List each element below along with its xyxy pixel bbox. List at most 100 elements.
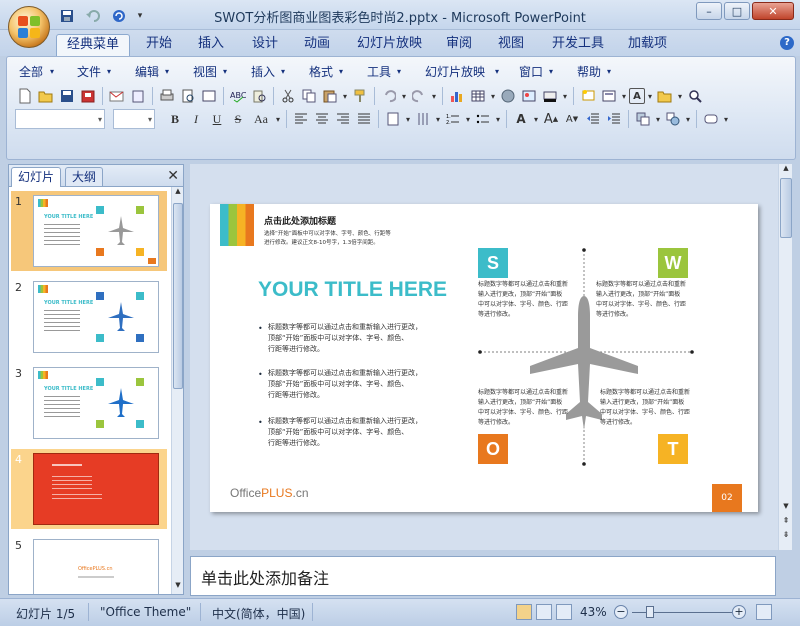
slide-thumb-1[interactable]: 1 YOUR TITLE HERE — [11, 191, 167, 271]
slide-sorter-icon[interactable] — [536, 604, 552, 620]
align-left-icon[interactable] — [291, 109, 311, 129]
tab-animations[interactable]: 动画 — [300, 34, 334, 56]
text-direction-icon[interactable] — [383, 109, 403, 129]
shadow-icon[interactable]: S — [228, 109, 248, 129]
minimize-button[interactable]: – — [696, 2, 722, 20]
office-button[interactable] — [8, 6, 50, 48]
publish-icon[interactable] — [128, 86, 148, 106]
menu-format[interactable]: 格式 — [309, 63, 333, 80]
tab-slides[interactable]: 幻灯片 — [11, 167, 62, 187]
color-arrow-icon[interactable]: ▾ — [561, 86, 569, 106]
shrink-font-icon[interactable]: A ▼ — [562, 109, 582, 129]
layout-dropdown-icon[interactable]: ▾ — [620, 86, 628, 106]
align-center-icon[interactable] — [312, 109, 332, 129]
fit-to-window-icon[interactable] — [756, 604, 772, 620]
zoom-out-icon[interactable]: − — [614, 605, 628, 619]
grow-font-icon[interactable]: A ▲ — [541, 109, 561, 129]
undo-dropdown-icon[interactable]: ▾ — [400, 86, 408, 106]
slide-thumb-5[interactable]: 5 OfficePLUS.cn — [11, 535, 167, 594]
table-dropdown-icon[interactable]: ▾ — [489, 86, 497, 106]
justify-icon[interactable] — [354, 109, 374, 129]
tab-outline[interactable]: 大纲 — [65, 167, 104, 186]
menu-insert[interactable]: 插入 — [251, 63, 275, 80]
menu-tools[interactable]: 工具 — [367, 63, 391, 80]
paste-icon[interactable] — [320, 86, 340, 106]
text-direction-dropdown-icon[interactable]: ▾ — [404, 109, 412, 129]
undo-icon[interactable] — [379, 86, 399, 106]
slide[interactable]: 点击此处添加标题 选择“开始”面板中可以对字体、字号、颜色、行距等 进行修改。建… — [210, 204, 758, 512]
color-dropdown-icon[interactable] — [540, 86, 560, 106]
tab-view[interactable]: 视图 — [494, 34, 528, 56]
tab-insert[interactable]: 插入 — [194, 34, 228, 56]
italic-icon[interactable]: I — [186, 109, 206, 129]
change-case-icon[interactable]: Aa — [249, 109, 273, 129]
pane-scrollbar[interactable]: ▲ ▼ — [171, 187, 183, 594]
menu-all[interactable]: 全部 — [19, 63, 43, 80]
shapes-dropdown-icon[interactable]: ▾ — [684, 109, 692, 129]
tab-classic-menu[interactable]: 经典菜单 — [56, 34, 131, 56]
swot-o-text[interactable]: 标题数字等都可以通过点击和重新 输入进行更改，顶部“开始”面板 中可以对字体、字号、… — [478, 388, 578, 428]
tab-home[interactable]: 开始 — [142, 34, 176, 56]
open-folder2-icon[interactable] — [655, 86, 675, 106]
scroll-up-icon[interactable]: ▲ — [173, 187, 183, 199]
align-right-icon[interactable] — [333, 109, 353, 129]
slide-thumb-3[interactable]: 3 YOUR TITLE HERE — [11, 363, 167, 443]
scroll-up-icon[interactable]: ▲ — [780, 164, 792, 176]
tab-review[interactable]: 审阅 — [442, 34, 476, 56]
decrease-indent-icon[interactable] — [583, 109, 603, 129]
redo-icon[interactable] — [409, 86, 429, 106]
redo-dropdown-icon[interactable]: ▾ — [430, 86, 438, 106]
format-painter-icon[interactable] — [350, 86, 370, 106]
research-icon[interactable] — [249, 86, 269, 106]
insert-table-icon[interactable] — [468, 86, 488, 106]
scroll-down-icon[interactable]: ▼ — [780, 502, 792, 514]
previous-slide-icon[interactable]: ⇞ — [780, 516, 792, 528]
bullets-dropdown-icon[interactable]: ▾ — [494, 109, 502, 129]
normal-view-icon[interactable] — [516, 604, 532, 620]
insert-chart-icon[interactable] — [447, 86, 467, 106]
font-color-icon[interactable]: A — [511, 109, 531, 129]
text-box-icon[interactable]: A — [629, 88, 645, 104]
main-title[interactable]: YOUR TITLE HERE — [258, 278, 447, 302]
close-button[interactable]: ✕ — [752, 2, 794, 20]
bullet-2[interactable]: 标题数字等都可以通过点击和重新输入进行更改， 顶部“开始”面板中可以对字体、字号… — [268, 368, 444, 401]
arrange-icon[interactable] — [633, 109, 653, 129]
spelling-icon[interactable]: ABC — [228, 86, 248, 106]
cut-icon[interactable] — [278, 86, 298, 106]
tab-design[interactable]: 设计 — [248, 34, 282, 56]
close-pane-icon[interactable]: ✕ — [167, 168, 179, 184]
numbering-icon[interactable]: 1. 2. — [443, 109, 463, 129]
slide-thumb-2[interactable]: 2 YOUR TITLE HERE — [11, 277, 167, 357]
scroll-thumb[interactable] — [173, 203, 183, 389]
maximize-button[interactable]: □ — [724, 2, 750, 20]
shapes-icon[interactable] — [663, 109, 683, 129]
columns-icon[interactable] — [413, 109, 433, 129]
swot-t-text[interactable]: 标题数字等都可以通过点击和重新 输入进行更改，顶部“开始”面板 中可以对字体、字号、… — [600, 388, 700, 428]
bullets-icon[interactable] — [473, 109, 493, 129]
folder-dropdown-icon[interactable]: ▾ — [676, 86, 684, 106]
save-icon[interactable] — [56, 6, 78, 26]
new-file-icon[interactable] — [15, 86, 35, 106]
help-icon[interactable]: ? — [780, 36, 794, 50]
scroll-thumb[interactable] — [780, 178, 792, 238]
language-status[interactable]: 中文(简体，中国) — [212, 605, 305, 622]
print-preview-icon[interactable] — [178, 86, 198, 106]
columns-dropdown-icon[interactable]: ▾ — [434, 109, 442, 129]
undo-icon[interactable] — [82, 6, 104, 26]
zoom-in-icon[interactable]: + — [732, 605, 746, 619]
increase-indent-icon[interactable] — [604, 109, 624, 129]
customize-qat-icon[interactable]: ▾ — [134, 6, 146, 26]
menu-slideshow[interactable]: 幻灯片放映 — [425, 63, 485, 80]
menu-help[interactable]: 帮助 — [577, 63, 601, 80]
new-slide-icon[interactable] — [578, 86, 598, 106]
outline-dropdown-icon[interactable]: ▾ — [722, 109, 730, 129]
slideshow-view-icon[interactable] — [556, 604, 572, 620]
layout-icon[interactable] — [199, 86, 219, 106]
menu-view[interactable]: 视图 — [193, 63, 217, 80]
open-folder-icon[interactable] — [36, 86, 56, 106]
bullet-3[interactable]: 标题数字等都可以通过点击和重新输入进行更改， 顶部“开始”面板中可以对字体、字号… — [268, 416, 444, 449]
text-box-dropdown-icon[interactable]: ▾ — [646, 86, 654, 106]
tab-developer[interactable]: 开发工具 — [548, 34, 608, 56]
arrange-dropdown-icon[interactable]: ▾ — [654, 109, 662, 129]
picture-icon[interactable] — [519, 86, 539, 106]
